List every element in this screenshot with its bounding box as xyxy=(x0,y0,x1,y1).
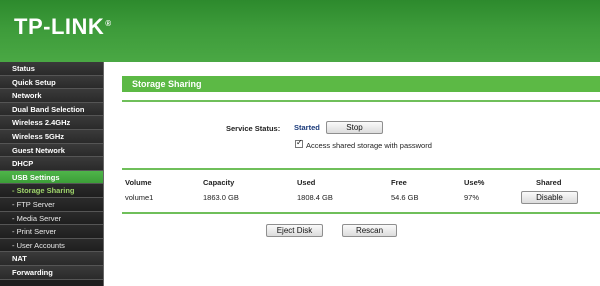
column-header-use-percent: Use% xyxy=(464,178,485,187)
access-password-label: Access shared storage with password xyxy=(306,141,432,150)
sidebar-item-wireless-24ghz[interactable]: Wireless 2.4GHz xyxy=(0,116,103,130)
eject-disk-button[interactable]: Eject Disk xyxy=(266,224,323,237)
table-bottom-divider xyxy=(122,212,600,214)
column-header-volume: Volume xyxy=(125,178,152,187)
trademark-symbol: ® xyxy=(105,18,112,28)
cell-use-percent: 97% xyxy=(464,193,480,202)
section-divider xyxy=(122,168,600,170)
sidebar-item-storage-sharing[interactable]: - Storage Sharing xyxy=(0,184,103,198)
sidebar-item-network[interactable]: Network xyxy=(0,89,103,103)
column-header-capacity: Capacity xyxy=(203,178,235,187)
page-title: Storage Sharing xyxy=(122,76,600,92)
column-header-free: Free xyxy=(391,178,407,187)
stop-button[interactable]: Stop xyxy=(326,121,383,134)
sidebar-item-forwarding[interactable]: Forwarding xyxy=(0,265,103,280)
header-banner: TP-LINK® xyxy=(0,0,600,62)
service-status-label: Service Status: xyxy=(226,124,281,133)
cell-volume: volume1 xyxy=(125,193,154,202)
title-divider xyxy=(122,100,600,102)
rescan-button[interactable]: Rescan xyxy=(342,224,397,237)
sidebar-item-nat[interactable]: NAT xyxy=(0,252,103,266)
cell-capacity: 1863.0 GB xyxy=(203,193,239,202)
sidebar-item-print-server[interactable]: - Print Server xyxy=(0,225,103,239)
sidebar-item-wireless-5ghz[interactable]: Wireless 5GHz xyxy=(0,129,103,144)
sidebar-item-media-server[interactable]: - Media Server xyxy=(0,211,103,226)
sidebar-item-dual-band-selection[interactable]: Dual Band Selection xyxy=(0,102,103,117)
service-status-value: Started xyxy=(294,123,320,132)
sidebar-item-dhcp[interactable]: DHCP xyxy=(0,157,103,171)
sidebar-list: Status Quick Setup Network Dual Band Sel… xyxy=(0,62,103,280)
logo-text: TP-LINK xyxy=(14,14,105,39)
column-header-shared: Shared xyxy=(536,178,562,187)
column-header-used: Used xyxy=(297,178,316,187)
access-password-checkbox[interactable] xyxy=(295,138,303,148)
sidebar-item-guest-network[interactable]: Guest Network xyxy=(0,143,103,158)
sidebar-item-quick-setup[interactable]: Quick Setup xyxy=(0,75,103,90)
sidebar-item-user-accounts[interactable]: - User Accounts xyxy=(0,238,103,253)
sidebar-item-ftp-server[interactable]: - FTP Server xyxy=(0,197,103,212)
sidebar-item-status[interactable]: Status xyxy=(0,62,103,76)
tp-link-logo: TP-LINK® xyxy=(14,14,112,40)
cell-used: 1808.4 GB xyxy=(297,193,333,202)
sidebar-menu: Status Quick Setup Network Dual Band Sel… xyxy=(0,62,104,286)
cell-free: 54.6 GB xyxy=(391,193,419,202)
main-content: Storage Sharing Service Status: Started … xyxy=(104,62,600,286)
disable-sharing-button[interactable]: Disable xyxy=(521,191,578,204)
sidebar-item-usb-settings[interactable]: USB Settings xyxy=(0,170,103,185)
